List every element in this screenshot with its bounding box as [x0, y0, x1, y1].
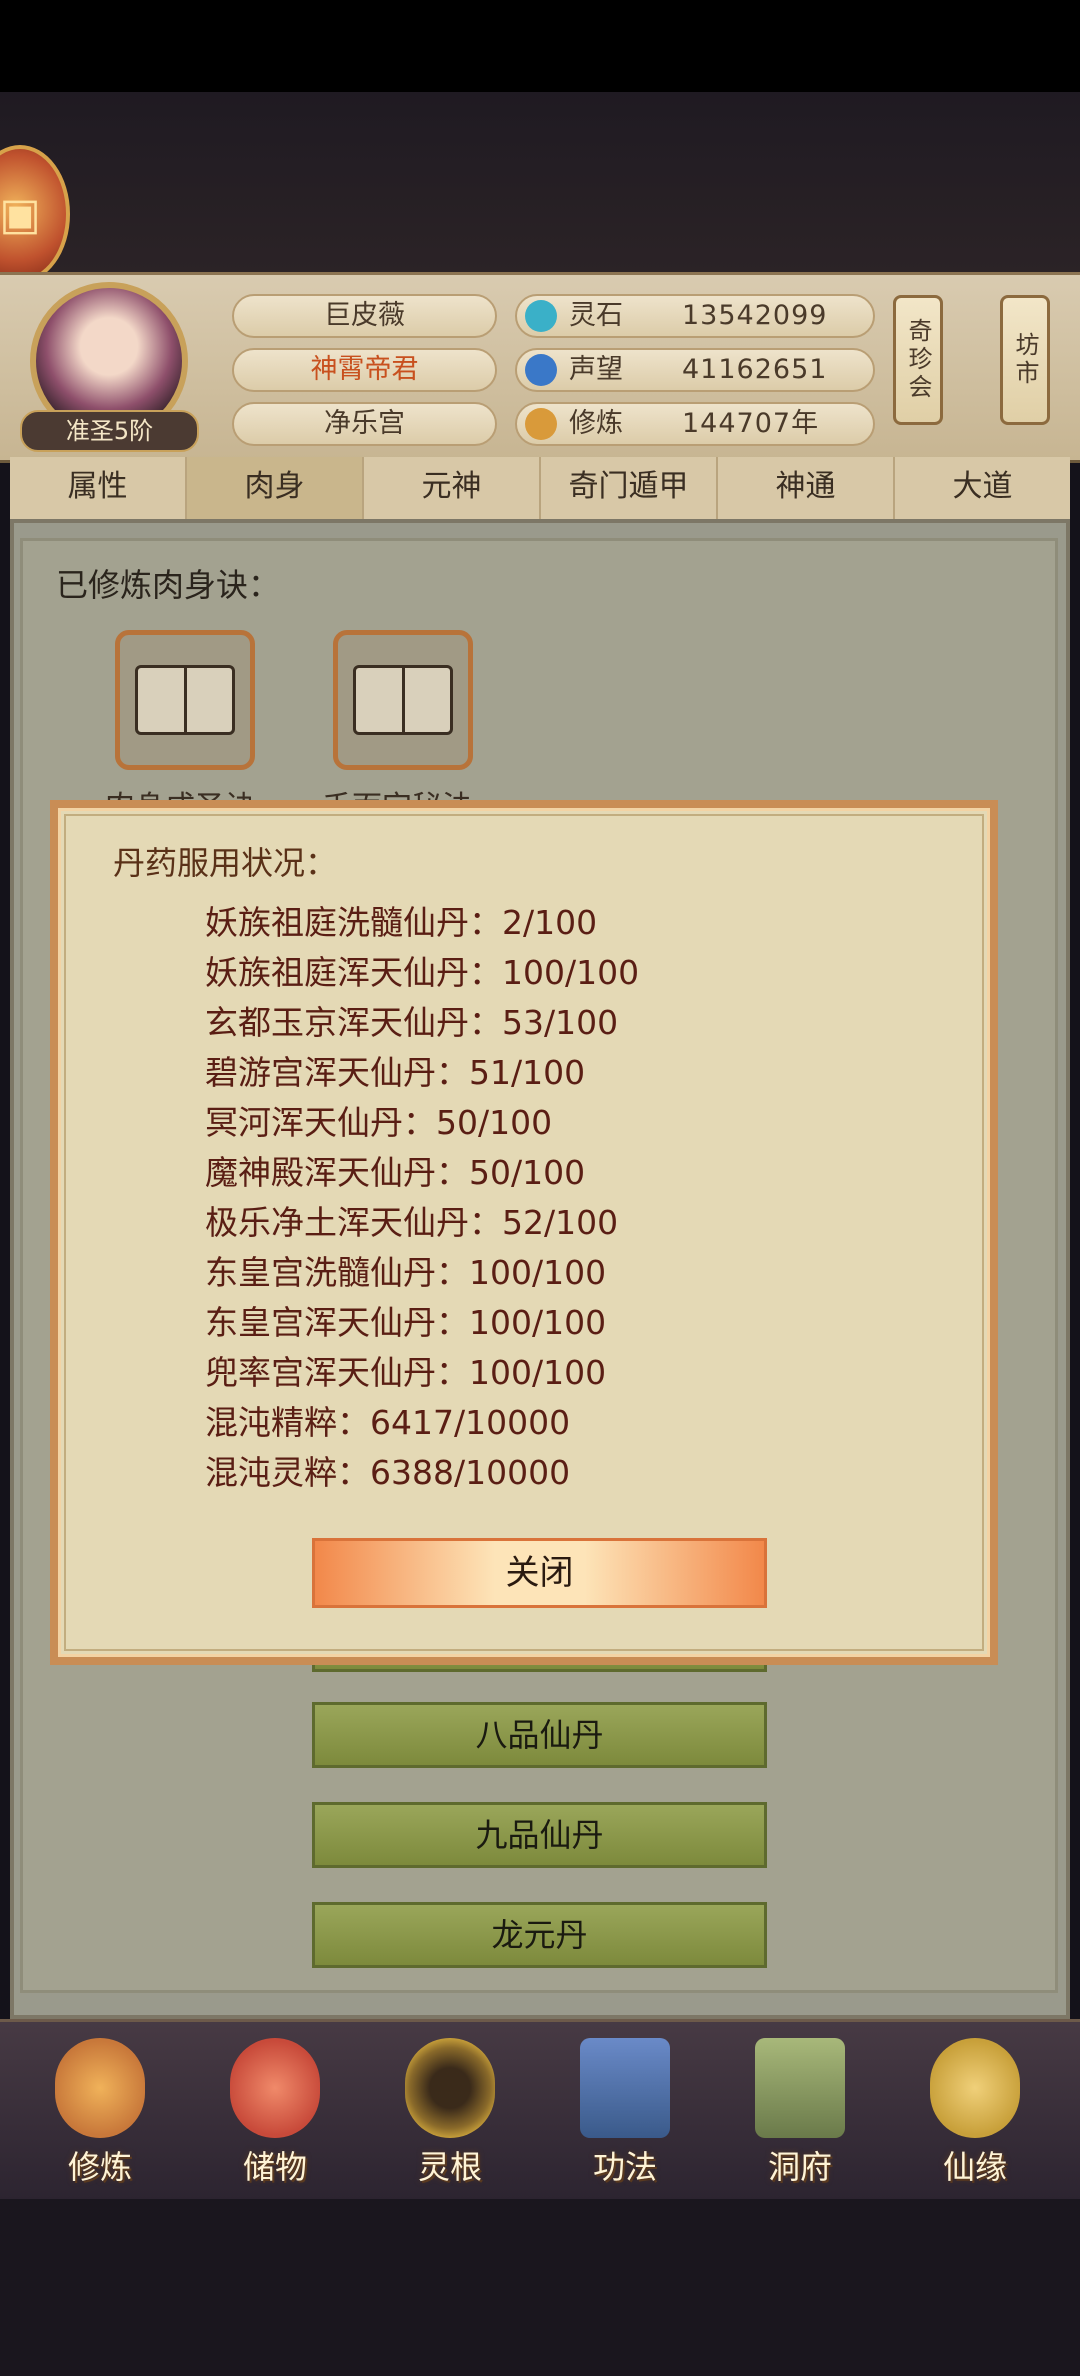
- technique-book-icon: [580, 2038, 670, 2138]
- learned-title: 已修炼肉身诀：: [56, 566, 281, 604]
- nav-cave-mansion[interactable]: 洞府: [730, 2030, 870, 2190]
- meditation-icon: [525, 408, 557, 440]
- tab-spirit[interactable]: 元神: [364, 457, 541, 519]
- tab-attributes[interactable]: 属性: [10, 457, 187, 519]
- nav-storage[interactable]: 储物: [205, 2030, 345, 2190]
- list-item: 混沌精粹：6417/10000: [205, 1403, 571, 1442]
- player-name: 巨皮薇: [232, 294, 497, 338]
- nav-destiny[interactable]: 仙缘: [905, 2030, 1045, 2190]
- list-item: 魔神殿浑天仙丹：50/100: [205, 1153, 586, 1192]
- eighth-grade-pill-button[interactable]: 八品仙丹: [312, 1702, 767, 1768]
- player-sect: 净乐宫: [232, 402, 497, 446]
- prestige-icon: [525, 354, 557, 386]
- treasure-fair-button[interactable]: 奇珍会: [893, 295, 943, 425]
- nav-technique[interactable]: 功法: [555, 2030, 695, 2190]
- stat-spirit-stone: 灵石 13542099: [515, 294, 875, 338]
- lower-background: [0, 2199, 1080, 2376]
- tab-great-dao[interactable]: 大道: [895, 457, 1070, 519]
- upper-background: [0, 92, 1080, 272]
- list-item: 兜率宫浑天仙丹：100/100: [205, 1353, 607, 1392]
- tab-divine-power[interactable]: 神通: [718, 457, 895, 519]
- dialog-title: 丹药服用状况：: [113, 844, 338, 882]
- close-button[interactable]: 关闭: [312, 1538, 767, 1608]
- nav-spirit-root[interactable]: 灵根: [380, 2030, 520, 2190]
- rank-badge: 准圣5阶: [20, 410, 199, 452]
- pill-list[interactable]: 妖族祖庭洗髓仙丹：2/100 妖族祖庭浑天仙丹：100/100 玄都玉京浑天仙丹…: [205, 898, 925, 1488]
- book-icon[interactable]: [333, 630, 473, 770]
- tab-qimen[interactable]: 奇门遁甲: [541, 457, 718, 519]
- spirit-root-icon: [405, 2038, 495, 2138]
- list-item: 冥河浑天仙丹：50/100: [205, 1103, 553, 1142]
- spirit-stone-icon: [525, 300, 557, 332]
- tab-bar: 属性 肉身 元神 奇门遁甲 神通 大道: [10, 457, 1070, 521]
- status-bar: [0, 0, 1080, 92]
- tab-body[interactable]: 肉身: [187, 457, 364, 519]
- list-item: 碧游宫浑天仙丹：51/100: [205, 1053, 586, 1092]
- player-title: 神霄帝君: [232, 348, 497, 392]
- list-item: 妖族祖庭洗髓仙丹：2/100: [205, 903, 598, 942]
- market-button[interactable]: 坊市: [1000, 295, 1050, 425]
- list-item: 极乐净土浑天仙丹：52/100: [205, 1203, 619, 1242]
- nav-cultivate[interactable]: 修炼: [30, 2030, 170, 2190]
- list-item: 东皇宫洗髓仙丹：100/100: [205, 1253, 607, 1292]
- cave-mansion-icon: [755, 2038, 845, 2138]
- list-item: 混沌灵粹：6388/10000: [205, 1453, 571, 1488]
- destiny-gourd-icon: [930, 2038, 1020, 2138]
- stat-prestige: 声望 41162651: [515, 348, 875, 392]
- cultivate-icon: [55, 2038, 145, 2138]
- list-item: 东皇宫浑天仙丹：100/100: [205, 1303, 607, 1342]
- list-item: 妖族祖庭浑天仙丹：100/100: [205, 953, 640, 992]
- ninth-grade-pill-button[interactable]: 九品仙丹: [312, 1802, 767, 1868]
- storage-bag-icon: [230, 2038, 320, 2138]
- list-item: 玄都玉京浑天仙丹：53/100: [205, 1003, 619, 1042]
- book-icon[interactable]: [115, 630, 255, 770]
- dragon-pill-button[interactable]: 龙元丹: [312, 1902, 767, 1968]
- stat-cultivation: 修炼 144707年: [515, 402, 875, 446]
